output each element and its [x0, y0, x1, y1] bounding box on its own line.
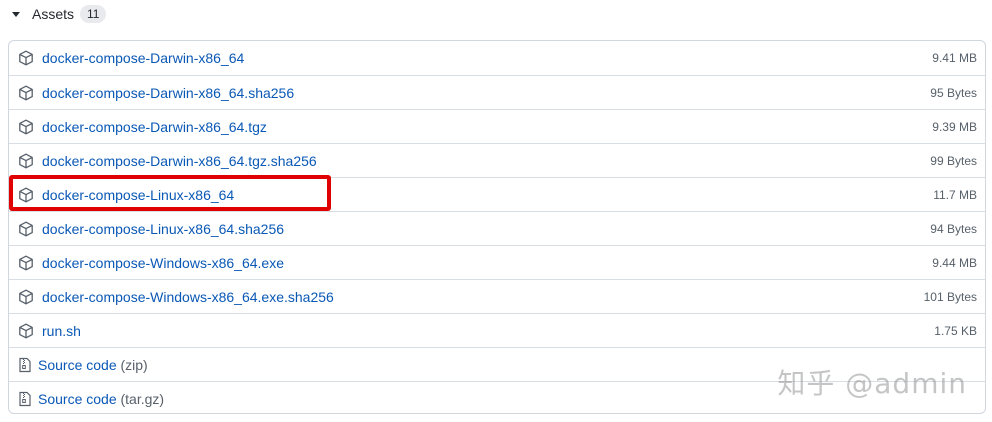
package-icon	[18, 289, 34, 305]
asset-link[interactable]: docker-compose-Darwin-x86_64.tgz.sha256	[42, 153, 317, 169]
file-zip-icon	[17, 391, 33, 407]
asset-size: 95 Bytes	[930, 85, 977, 100]
asset-link[interactable]: docker-compose-Windows-x86_64.exe.sha256	[42, 289, 334, 305]
asset-list: docker-compose-Darwin-x86_64 9.41 MB doc…	[8, 40, 986, 414]
watermark: 知乎 @admin	[777, 367, 967, 400]
package-icon	[18, 323, 34, 339]
asset-row: docker-compose-Darwin-x86_64.sha256 95 B…	[9, 75, 985, 109]
asset-link[interactable]: docker-compose-Linux-x86_64	[42, 187, 234, 203]
asset-row: run.sh 1.75 KB	[9, 313, 985, 347]
source-code-label: Source code	[38, 390, 117, 407]
source-code-targz-link[interactable]: Source code (tar.gz)	[38, 391, 164, 407]
asset-link[interactable]: run.sh	[42, 323, 81, 339]
asset-size: 9.44 MB	[932, 255, 977, 270]
package-icon	[18, 255, 34, 271]
source-code-zip-link[interactable]: Source code (zip)	[38, 357, 148, 373]
asset-row: docker-compose-Linux-x86_64.sha256 94 By…	[9, 211, 985, 245]
assets-count-badge: 11	[80, 5, 107, 23]
package-icon	[18, 50, 34, 66]
asset-row: docker-compose-Linux-x86_64 11.7 MB	[9, 177, 985, 211]
source-code-format: (zip)	[120, 356, 148, 373]
package-icon	[18, 153, 34, 169]
package-icon	[18, 221, 34, 237]
assets-toggle[interactable]: Assets 11	[12, 3, 107, 25]
asset-link[interactable]: docker-compose-Darwin-x86_64	[42, 50, 244, 66]
asset-size: 11.7 MB	[933, 187, 977, 202]
asset-link[interactable]: docker-compose-Windows-x86_64.exe	[42, 255, 284, 271]
asset-link[interactable]: docker-compose-Darwin-x86_64.tgz	[42, 119, 267, 135]
package-icon	[18, 119, 34, 135]
package-icon	[18, 85, 34, 101]
source-code-format: (tar.gz)	[120, 390, 165, 407]
asset-row: docker-compose-Windows-x86_64.exe.sha256…	[9, 279, 985, 313]
asset-row: docker-compose-Darwin-x86_64.tgz 9.39 MB	[9, 109, 985, 143]
asset-size: 9.41 MB	[932, 51, 977, 65]
file-zip-icon	[17, 357, 33, 373]
asset-link[interactable]: docker-compose-Linux-x86_64.sha256	[42, 221, 284, 237]
asset-size: 94 Bytes	[930, 221, 977, 236]
source-code-label: Source code	[38, 356, 117, 373]
asset-link[interactable]: docker-compose-Darwin-x86_64.sha256	[42, 85, 294, 101]
asset-size: 101 Bytes	[923, 289, 977, 304]
caret-down-icon	[12, 11, 20, 17]
package-icon	[18, 187, 34, 203]
asset-row: docker-compose-Darwin-x86_64.tgz.sha256 …	[9, 143, 985, 177]
asset-row: docker-compose-Darwin-x86_64 9.41 MB	[9, 41, 985, 75]
assets-title: Assets	[32, 6, 75, 22]
asset-size: 9.39 MB	[932, 119, 977, 134]
asset-size: 99 Bytes	[930, 153, 977, 168]
asset-size: 1.75 KB	[934, 323, 977, 338]
asset-row: docker-compose-Windows-x86_64.exe 9.44 M…	[9, 245, 985, 279]
